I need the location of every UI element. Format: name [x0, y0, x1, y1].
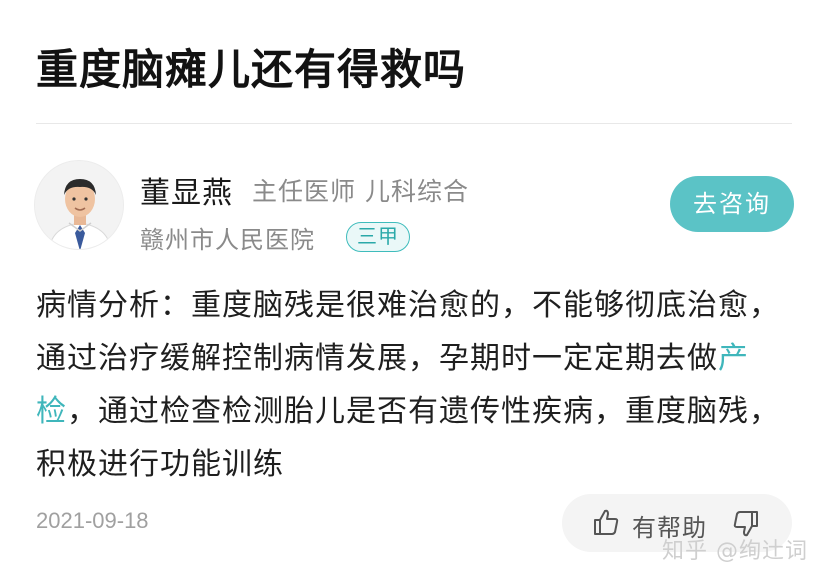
question-title: 重度脑瘫儿还有得救吗 [36, 45, 467, 94]
answer-text-part1: 病情分析：重度脑残是很难治愈的，不能够彻底治愈，通过治疗缓解控制病情发展，孕期时… [36, 288, 780, 376]
avatar-image [35, 161, 123, 249]
hospital-name: 赣州市人民医院 [140, 226, 315, 254]
doctor-title: 主任医师 儿科综合 [252, 177, 469, 206]
doctor-name[interactable]: 董显燕 [140, 168, 233, 212]
doctor-card: 董显燕 主任医师 儿科综合 赣州市人民医院 三甲 去咨询 [34, 156, 794, 256]
hospital-grade-badge: 三甲 [346, 222, 410, 252]
answer-page: 重度脑瘫儿还有得救吗 董显燕 主任医师 儿科综合 赣州市人民医院 三甲 去咨询 … [0, 0, 828, 583]
zhihu-watermark: 知乎 @绚辻词 [662, 539, 808, 564]
thumb-up-icon[interactable] [590, 507, 620, 537]
doctor-avatar[interactable] [34, 160, 124, 250]
answer-text-part2: ，通过检查检测胎儿是否有遗传性疾病，重度脑残，积极进行功能训练 [36, 394, 780, 482]
answer-date: 2021-09-18 [36, 508, 149, 533]
title-divider [36, 123, 792, 124]
consult-button[interactable]: 去咨询 [670, 176, 794, 232]
answer-text: 病情分析：重度脑残是很难治愈的，不能够彻底治愈，通过治疗缓解控制病情发展，孕期时… [36, 279, 796, 491]
